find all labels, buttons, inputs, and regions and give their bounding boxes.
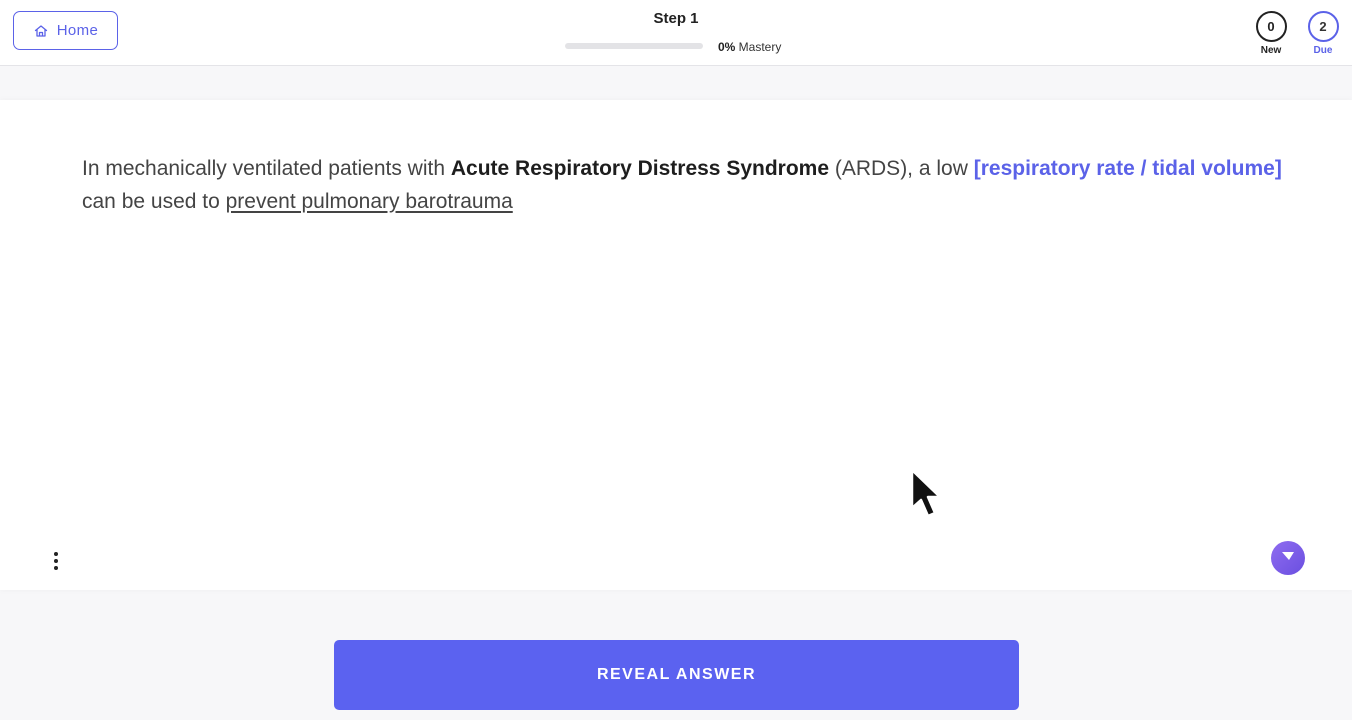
mastery-progress-bar bbox=[565, 43, 703, 49]
card-menu-button[interactable] bbox=[46, 548, 66, 574]
prompt-underlined-phrase: prevent pulmonary barotrauma bbox=[225, 190, 513, 213]
dot bbox=[54, 552, 58, 556]
dot bbox=[54, 559, 58, 563]
home-button-label: Home bbox=[56, 22, 99, 39]
reveal-answer-button[interactable]: REVEAL ANSWER bbox=[334, 640, 1019, 710]
prompt-text-2: (ARDS), a low bbox=[829, 157, 974, 180]
new-count: 0 bbox=[1255, 11, 1287, 42]
flashcard: In mechanically ventilated patients with… bbox=[0, 100, 1352, 590]
cloze-blank: [respiratory rate / tidal volume] bbox=[973, 157, 1282, 180]
dot bbox=[54, 566, 58, 570]
new-label: New bbox=[1260, 45, 1282, 56]
mastery-percent: 0% bbox=[718, 40, 736, 54]
feedback-icon bbox=[1280, 548, 1296, 569]
card-prompt: In mechanically ventilated patients with… bbox=[82, 152, 1282, 218]
feedback-button[interactable] bbox=[1271, 541, 1305, 575]
home-icon bbox=[33, 23, 49, 39]
prompt-text-3: can be used to bbox=[82, 190, 226, 213]
prompt-term: Acute Respiratory Distress Syndrome bbox=[450, 157, 830, 180]
prompt-text-1: In mechanically ventilated patients with bbox=[82, 157, 451, 180]
new-cards-counter[interactable]: 0 New bbox=[1253, 11, 1289, 56]
due-label: Due bbox=[1313, 45, 1333, 56]
reveal-answer-label: REVEAL ANSWER bbox=[596, 666, 757, 683]
step-title: Step 1 bbox=[653, 10, 699, 27]
mouse-cursor-icon bbox=[910, 468, 942, 518]
mastery-label: Mastery bbox=[735, 40, 782, 54]
mastery-text: 0% Mastery bbox=[718, 40, 781, 54]
due-cards-counter[interactable]: 2 Due bbox=[1305, 11, 1341, 56]
top-bar: Home Step 1 0% Mastery 0 New 2 Due bbox=[0, 0, 1352, 66]
home-button[interactable]: Home bbox=[13, 11, 118, 50]
due-count: 2 bbox=[1307, 11, 1339, 42]
